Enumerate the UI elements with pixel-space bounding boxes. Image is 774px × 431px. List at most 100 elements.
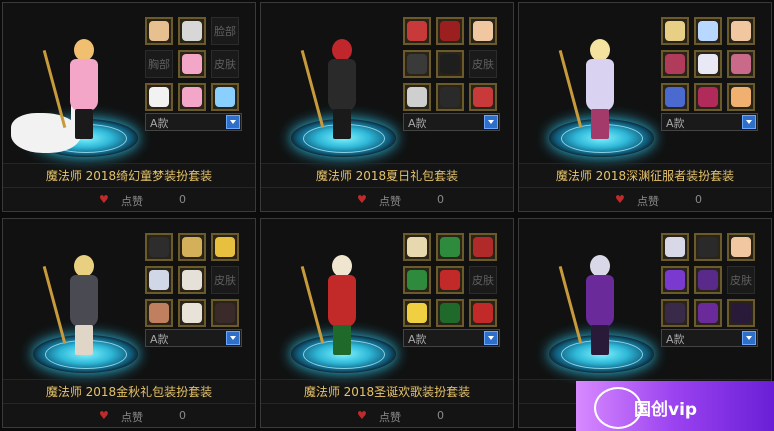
outfit-card[interactable]: 皮肤 A款 魔法师 2018金秋礼包装扮套装 ♥ 点赞 0 xyxy=(2,218,256,428)
equipment-slot[interactable] xyxy=(178,83,206,111)
equipment-slot-empty[interactable]: 胸部 xyxy=(145,50,173,78)
slot-label: 皮肤 xyxy=(730,274,752,287)
equipment-slot[interactable] xyxy=(178,50,206,78)
equipment-slot[interactable] xyxy=(694,17,722,45)
equipment-slot[interactable] xyxy=(661,83,689,111)
slot-label: 胸部 xyxy=(148,58,170,71)
equipment-slot[interactable] xyxy=(661,233,689,261)
style-select-value: A款 xyxy=(150,117,169,130)
equipment-slot[interactable] xyxy=(403,17,431,45)
style-select[interactable]: A款 xyxy=(145,113,242,131)
like-button[interactable]: 点赞 xyxy=(379,409,401,425)
character-stage xyxy=(549,233,654,373)
style-select[interactable]: A款 xyxy=(403,113,500,131)
equipment-slot[interactable] xyxy=(694,266,722,294)
heart-icon[interactable]: ♥ xyxy=(615,193,625,206)
equipment-slot-empty[interactable]: 皮肤 xyxy=(211,50,239,78)
heart-icon[interactable]: ♥ xyxy=(357,193,367,206)
equipment-slot[interactable] xyxy=(469,17,497,45)
equipment-slot[interactable] xyxy=(403,50,431,78)
chevron-down-icon[interactable] xyxy=(226,115,240,129)
equipment-slot-empty[interactable]: 皮肤 xyxy=(469,266,497,294)
likes-row: ♥ 点赞 0 xyxy=(3,403,255,427)
equipment-slot[interactable] xyxy=(145,299,173,327)
equipment-slot[interactable] xyxy=(436,266,464,294)
equipment-slot[interactable] xyxy=(727,299,755,327)
equipment-slot[interactable] xyxy=(469,299,497,327)
card-title[interactable]: 魔法师 2018深渊征服者装扮套装 xyxy=(519,163,771,188)
equipment-slot[interactable] xyxy=(469,83,497,111)
like-button[interactable]: 点赞 xyxy=(121,409,143,425)
equipment-slot[interactable] xyxy=(727,83,755,111)
face-icon xyxy=(473,237,493,257)
equipment-slot[interactable] xyxy=(436,17,464,45)
equipment-slot[interactable] xyxy=(694,299,722,327)
heart-icon[interactable]: ♥ xyxy=(357,409,367,422)
equipment-slot[interactable] xyxy=(661,299,689,327)
equipment-slot[interactable] xyxy=(694,83,722,111)
equipment-slot[interactable] xyxy=(436,233,464,261)
style-select[interactable]: A款 xyxy=(145,329,242,347)
equipment-slot[interactable] xyxy=(403,266,431,294)
card-preview: 皮肤 A款 xyxy=(261,219,513,379)
like-button[interactable]: 点赞 xyxy=(379,193,401,209)
equipment-slot[interactable] xyxy=(469,233,497,261)
equipment-slot[interactable] xyxy=(694,50,722,78)
chevron-down-icon[interactable] xyxy=(484,331,498,345)
equipment-slot[interactable] xyxy=(436,299,464,327)
equipment-slot[interactable] xyxy=(178,233,206,261)
like-button[interactable]: 点赞 xyxy=(637,193,659,209)
equipment-slot-empty[interactable]: 皮肤 xyxy=(211,266,239,294)
equipment-slot[interactable] xyxy=(211,233,239,261)
card-title[interactable]: 魔法师 2018圣诞欢歌装扮套装 xyxy=(261,379,513,404)
heart-icon[interactable]: ♥ xyxy=(99,193,109,206)
outfit-card[interactable]: A款 魔法师 2018深渊征服者装扮套装 ♥ 点赞 0 xyxy=(518,2,772,212)
staff-icon xyxy=(558,49,583,129)
equipment-slot-empty[interactable]: 脸部 xyxy=(211,17,239,45)
equipment-slot[interactable] xyxy=(178,17,206,45)
equipment-slot[interactable] xyxy=(727,17,755,45)
equipment-slot[interactable] xyxy=(178,299,206,327)
equipment-slot[interactable] xyxy=(403,299,431,327)
card-title[interactable]: 魔法师 2018夏日礼包套装 xyxy=(261,163,513,188)
card-title[interactable]: 魔法师 2018绮幻童梦装扮套装 xyxy=(3,163,255,188)
likes-row: ♥ 点赞 0 xyxy=(3,187,255,211)
equipment-slot[interactable] xyxy=(436,50,464,78)
equipment-slot[interactable] xyxy=(145,266,173,294)
outfit-card[interactable]: 脸部 胸部 皮肤 A款 魔法师 2018绮幻童梦装扮套装 ♥ 点赞 0 xyxy=(2,2,256,212)
style-select[interactable]: A款 xyxy=(661,113,758,131)
equipment-slot[interactable] xyxy=(727,233,755,261)
equipment-slot[interactable] xyxy=(211,83,239,111)
chevron-down-icon[interactable] xyxy=(484,115,498,129)
style-select[interactable]: A款 xyxy=(661,329,758,347)
outfit-card[interactable]: 皮肤 A款 魔法师 2018圣诞欢歌装扮套装 ♥ 点赞 0 xyxy=(260,218,514,428)
style-select-value: A款 xyxy=(408,117,427,130)
chevron-down-icon[interactable] xyxy=(226,331,240,345)
equipment-slot-empty[interactable]: 皮肤 xyxy=(727,266,755,294)
likes-row: ♥ 点赞 0 xyxy=(519,187,771,211)
chevron-down-icon[interactable] xyxy=(742,115,756,129)
equipment-slot[interactable] xyxy=(661,17,689,45)
like-button[interactable]: 点赞 xyxy=(121,193,143,209)
equipment-slot[interactable] xyxy=(403,83,431,111)
style-select[interactable]: A款 xyxy=(403,329,500,347)
equipment-slot[interactable] xyxy=(661,50,689,78)
equipment-slot[interactable] xyxy=(211,299,239,327)
hair-icon xyxy=(407,237,427,257)
style-select-value: A款 xyxy=(408,333,427,346)
equipment-slot-empty[interactable]: 皮肤 xyxy=(469,50,497,78)
equipment-slot[interactable] xyxy=(436,83,464,111)
equipment-slot[interactable] xyxy=(403,233,431,261)
equipment-slot[interactable] xyxy=(145,17,173,45)
outfit-card[interactable]: 皮肤 A款 魔法师 2018夏日礼包套装 ♥ 点赞 0 xyxy=(260,2,514,212)
equipment-slot[interactable] xyxy=(178,266,206,294)
equipment-slot[interactable] xyxy=(661,266,689,294)
equipment-slot[interactable] xyxy=(145,83,173,111)
character-figure xyxy=(558,39,617,139)
equipment-slot[interactable] xyxy=(694,233,722,261)
chevron-down-icon[interactable] xyxy=(742,331,756,345)
equipment-slot[interactable] xyxy=(145,233,173,261)
equipment-slot[interactable] xyxy=(727,50,755,78)
heart-icon[interactable]: ♥ xyxy=(99,409,109,422)
card-title[interactable]: 魔法师 2018金秋礼包装扮套装 xyxy=(3,379,255,404)
